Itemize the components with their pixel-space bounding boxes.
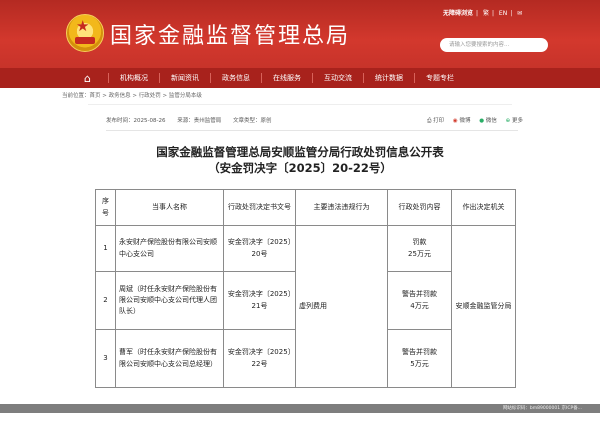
doc-type: 文章类型：原创: [232, 118, 272, 124]
article-meta: 发布时间：2025-08-26 来源：贵州监管局 文章类型：原创: [106, 116, 282, 124]
row-no: 1: [95, 225, 116, 272]
more-button[interactable]: ⊕ 更多: [506, 118, 523, 124]
national-emblem-icon: ★: [66, 14, 104, 52]
footer-text: 网站标识码：bm89000001 京ICP备...: [502, 406, 582, 411]
penalty-table: 序号 当事人名称 行政处罚决定书文号 主要违法违规行为 行政处罚内容 作出决定机…: [95, 189, 516, 388]
more-label: 更多: [511, 118, 523, 124]
nav-item-online-service[interactable]: 在线服务: [261, 73, 312, 83]
page-title: 国家金融监督管理总局安顺监管分局行政处罚信息公开表: [156, 145, 444, 159]
nav-item-news[interactable]: 新闻资讯: [159, 73, 210, 83]
publish-time: 发布时间：2025-08-26: [106, 118, 166, 124]
row-doc: 安金罚决字〔2025〕20号: [223, 225, 296, 272]
traditional-chinese-link[interactable]: 繁: [483, 10, 489, 17]
weibo-button[interactable]: ◉ 微博: [453, 118, 471, 124]
header-party: 当事人名称: [115, 189, 224, 226]
row-no: 3: [95, 329, 116, 388]
share-bar: ⎙ 打印 ◉ 微博 ● 微信 ⊕ 更多: [420, 116, 523, 125]
home-icon[interactable]: ⌂: [84, 72, 108, 85]
site-header: ★ 国家金融监督管理总局 无障碍浏览 | 繁 | EN | ✉ 请输入您要搜索的内容.…: [0, 0, 600, 68]
header-violation: 主要违法违规行为: [295, 189, 388, 226]
nav-item-gov-info[interactable]: 政务信息: [210, 73, 261, 83]
header-no: 序号: [95, 189, 116, 226]
source: 来源：贵州监管局: [177, 118, 222, 124]
divider: [106, 130, 518, 131]
header-authority: 作出决定机关: [451, 189, 516, 226]
table-row: 1 永安财产保险股份有限公司安顺中心支公司 安金罚决字〔2025〕20号 虚列费…: [95, 225, 516, 388]
divider: [88, 104, 512, 105]
row-penalty: 罚款 25万元: [387, 225, 452, 272]
breadcrumb[interactable]: 当前位置：首页 > 政务信息 > 行政处罚 > 监管分局本级: [62, 91, 202, 99]
english-link[interactable]: EN: [499, 10, 507, 17]
row-doc: 安金罚决字〔2025〕21号: [223, 271, 296, 330]
row-penalty: 警告并罚款 4万元: [387, 271, 452, 330]
row-party: 周斌（时任永安财产保险股份有限公司安顺中心支公司代理人团队长）: [115, 271, 224, 330]
wechat-button[interactable]: ● 微信: [479, 118, 497, 124]
row-no: 2: [95, 271, 116, 330]
print-label: 打印: [433, 118, 445, 124]
row-party: 永安财产保险股份有限公司安顺中心支公司: [115, 225, 224, 272]
nav-item-statistics[interactable]: 统计数据: [363, 73, 414, 83]
header-penalty: 行政处罚内容: [387, 189, 452, 226]
wechat-label: 微信: [485, 118, 497, 124]
row-doc: 安金罚决字〔2025〕22号: [223, 329, 296, 388]
table-header-row: 序号 当事人名称 行政处罚决定书文号 主要违法违规行为 行政处罚内容 作出决定机…: [95, 189, 516, 226]
row-violation: 虚列费用: [295, 225, 388, 388]
site-title[interactable]: 国家金融监督管理总局: [110, 18, 350, 50]
search-icon[interactable]: ⌕: [530, 38, 548, 52]
page-subtitle: （安金罚决字〔2025〕20-22号）: [208, 161, 392, 175]
row-authority: 安顺金融监管分局: [451, 225, 516, 388]
row-penalty: 警告并罚款 5万元: [387, 329, 452, 388]
nav-item-interaction[interactable]: 互动交流: [312, 73, 363, 83]
footer-bar: 网站标识码：bm89000001 京ICP备...: [0, 404, 600, 413]
header-doc: 行政处罚决定书文号: [223, 189, 296, 226]
weibo-label: 微博: [459, 118, 471, 124]
accessibility-link[interactable]: 无障碍浏览: [443, 10, 473, 17]
nav-item-special[interactable]: 专题专栏: [414, 73, 465, 83]
print-button[interactable]: ⎙ 打印: [427, 118, 444, 124]
mail-icon[interactable]: ✉: [517, 10, 522, 17]
row-party: 曹军（时任永安财产保险股份有限公司安顺中心支公司总经理）: [115, 329, 224, 388]
nav-item-org[interactable]: 机构概况: [108, 73, 159, 83]
top-links: 无障碍浏览 | 繁 | EN | ✉: [443, 10, 523, 17]
main-nav: ⌂ 机构概况 新闻资讯 政务信息 在线服务 互动交流 统计数据 专题专栏: [0, 68, 600, 88]
